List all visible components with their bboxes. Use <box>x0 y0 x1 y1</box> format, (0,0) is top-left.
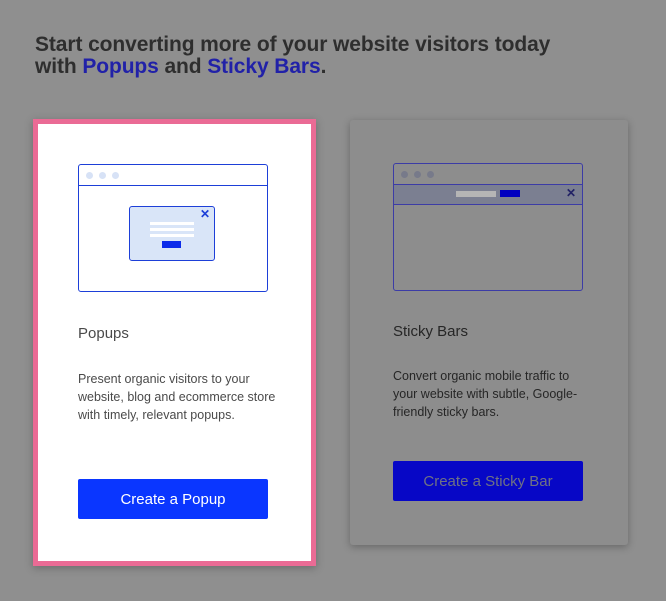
window-dot-icon <box>401 171 408 178</box>
window-dot-icon <box>112 172 119 179</box>
mini-input-icon <box>456 191 496 197</box>
page-headline: Start converting more of your website vi… <box>35 34 595 78</box>
create-sticky-bar-button[interactable]: Create a Sticky Bar <box>393 461 583 501</box>
popups-card-description: Present organic visitors to your website… <box>78 372 276 422</box>
window-dot-icon <box>86 172 93 179</box>
sticky-bar-illustration: ✕ <box>393 163 583 291</box>
sticky-bars-card[interactable]: ✕ Sticky Bars Convert organic mobile tra… <box>350 120 628 545</box>
popups-card[interactable]: ✕ Popups Present organic visitors to you… <box>33 119 316 566</box>
create-popup-button[interactable]: Create a Popup <box>78 479 268 519</box>
sticky-bars-card-description: Convert organic mobile traffic to your w… <box>393 369 578 419</box>
popup-illustration: ✕ <box>78 164 268 292</box>
sticky-bars-card-title: Sticky Bars <box>393 323 469 340</box>
popups-card-title: Popups <box>78 325 129 342</box>
mini-sticky-bar: ✕ <box>394 185 582 205</box>
close-icon: ✕ <box>565 186 576 200</box>
headline-middle: and <box>158 55 208 78</box>
mini-button-icon <box>500 190 520 197</box>
text-line-icon <box>150 234 194 237</box>
headline-suffix: . <box>320 55 327 78</box>
browser-titlebar <box>79 165 267 186</box>
window-dot-icon <box>427 171 434 178</box>
window-dot-icon <box>99 172 106 179</box>
text-line-icon <box>150 222 194 225</box>
close-icon: ✕ <box>199 207 210 221</box>
mini-button-icon <box>162 241 181 248</box>
window-dot-icon <box>414 171 421 178</box>
sticky-bars-link: Sticky Bars <box>207 55 321 78</box>
mini-popup-window: ✕ <box>129 206 215 261</box>
browser-titlebar <box>394 164 582 185</box>
text-line-icon <box>150 228 194 231</box>
popups-link: Popups <box>82 55 159 78</box>
